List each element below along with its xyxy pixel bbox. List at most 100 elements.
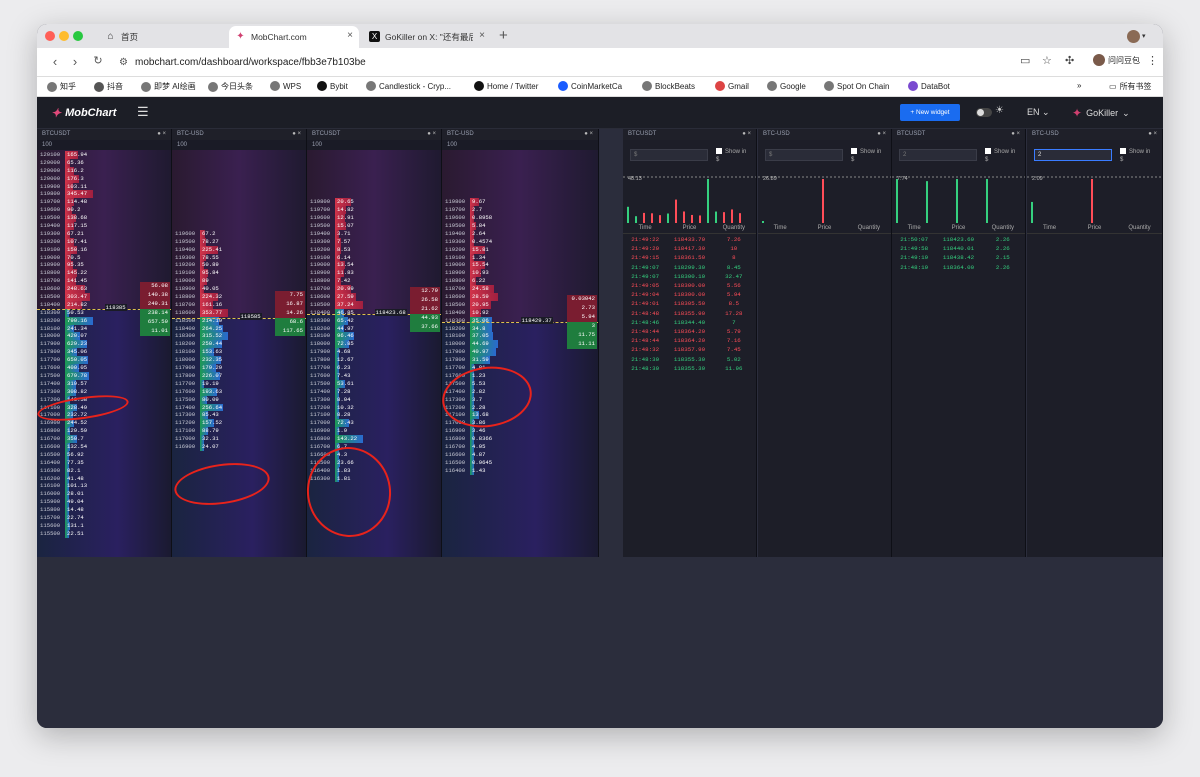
price-label: 119600	[175, 229, 196, 237]
bookmarks-folder[interactable]: ▭ 所有书签	[1109, 81, 1152, 92]
ladder-volume: 68.6	[275, 318, 305, 327]
mobchart-icon: ✦	[51, 106, 62, 120]
forward-button[interactable]: ›	[68, 54, 82, 69]
min-size-input[interactable]: 2	[899, 149, 977, 161]
price-label: 118200	[175, 340, 196, 348]
volume-label: 4.68	[337, 348, 351, 356]
show-in-usd-checkbox[interactable]: Show in $	[716, 148, 750, 164]
bid-row: 117700 19.19	[172, 379, 306, 388]
tab-x[interactable]: X GoKiller on X: "还有最后 ×	[363, 26, 491, 48]
language-select[interactable]: EN ⌄	[1027, 107, 1050, 118]
profile-menu[interactable]: ▾	[1127, 28, 1155, 44]
price-label: 119100	[40, 245, 61, 253]
volume-label: 5.84	[472, 222, 486, 230]
cast-icon[interactable]: ▭	[1020, 54, 1030, 67]
panel-close-icon[interactable]: ● ×	[584, 129, 593, 140]
min-size-input[interactable]: 2	[1034, 149, 1112, 161]
price-label: 117900	[40, 340, 61, 348]
price-label: 116600	[40, 442, 61, 450]
tab-mobchart[interactable]: ✦ MobChart.com ×	[229, 26, 359, 48]
volume-label: 0.9645	[472, 458, 493, 466]
bid-row: 116600 132.54	[37, 442, 171, 451]
logo[interactable]: ✦ MobChart	[51, 106, 116, 120]
panel-close-icon[interactable]: ● ×	[157, 129, 166, 140]
workspace: BTCUSDT ● × 100 120100 165.94 120000 65.36 1200…	[37, 129, 1163, 728]
bookmark-item[interactable]: WPS	[270, 81, 301, 91]
chevron-down-icon: ⌄	[1122, 107, 1130, 118]
x-icon: X	[369, 31, 380, 42]
address-bar[interactable]: ⚙ mobchart.com/dashboard/workspace/fbb3e…	[117, 53, 1077, 72]
min-size-input[interactable]: $	[765, 149, 843, 161]
min-size-input[interactable]: $	[630, 149, 708, 161]
volume-label: 96.46	[337, 332, 354, 340]
bookmark-item[interactable]: 即梦 AI绘画	[141, 81, 196, 92]
bookmark-item[interactable]: BlockBeats	[642, 81, 695, 91]
ask-row: 119000 70.5	[37, 253, 171, 262]
bookmark-star-icon[interactable]: ☆	[1042, 54, 1052, 67]
minimize-window-button[interactable]	[59, 31, 69, 41]
bookmark-item[interactable]: Candlestick - Cryp...	[366, 81, 451, 91]
more-menu-icon[interactable]: ⋮	[1147, 54, 1158, 67]
show-in-usd-checkbox[interactable]: Show in $	[985, 148, 1019, 164]
menu-icon[interactable]: ☰	[137, 104, 149, 120]
panel-close-icon[interactable]: ● ×	[877, 129, 886, 140]
panel-close-icon[interactable]: ● ×	[742, 129, 751, 140]
account-menu[interactable]: ✦ GoKiller ⌄	[1072, 106, 1130, 120]
close-tab-icon[interactable]: ×	[347, 30, 353, 41]
trade-row: 21:48:30 118355.30 5.02	[623, 355, 756, 364]
bookmark-item[interactable]: DataBot	[908, 81, 950, 91]
tab-home[interactable]: ⌂ 首页	[99, 26, 227, 48]
maximize-window-button[interactable]	[73, 31, 83, 41]
close-tab-icon[interactable]: ×	[479, 30, 485, 41]
bookmark-item[interactable]: Gmail	[715, 81, 749, 91]
bookmark-item[interactable]: 抖音	[94, 81, 123, 92]
volume-label: 67.21	[67, 229, 84, 237]
volume-label: 22.74	[67, 513, 84, 521]
reload-button[interactable]: ↻	[91, 54, 105, 67]
price-label: 118600	[175, 308, 196, 316]
panel-close-icon[interactable]: ● ×	[1011, 129, 1020, 140]
bookmark-item[interactable]: 今日头条	[208, 81, 253, 92]
bookmark-item[interactable]: CoinMarketCa	[558, 81, 622, 91]
ladder-volume: 5.94	[567, 313, 597, 322]
panel-close-icon[interactable]: ● ×	[427, 129, 436, 140]
bookmark-item[interactable]: Bybit	[317, 81, 348, 91]
volume-label: 256.64	[202, 403, 223, 411]
bookmark-favicon-icon	[715, 81, 725, 91]
bid-row: 116600 4.87	[442, 450, 598, 459]
price-label: 118600	[310, 293, 331, 301]
show-in-usd-checkbox[interactable]: Show in $	[851, 148, 885, 164]
price-label: 119100	[445, 253, 466, 261]
user-chip[interactable]: 问问豆包	[1093, 54, 1140, 66]
panel-close-icon[interactable]: ● ×	[292, 129, 301, 140]
trade-price: 118300.10	[673, 272, 706, 280]
price-label: 116900	[175, 442, 196, 450]
price-label: 119900	[40, 182, 61, 190]
volume-label: 27.59	[337, 293, 354, 301]
bookmark-item[interactable]: Home / Twitter	[474, 81, 538, 91]
volume-label: 7.28	[337, 387, 351, 395]
new-widget-button[interactable]: + New widget	[900, 104, 960, 121]
bookmark-item[interactable]: 知乎	[47, 81, 76, 92]
back-button[interactable]: ‹	[48, 54, 62, 69]
volume-label: 77.35	[67, 458, 84, 466]
trade-time: 21:49:07	[631, 263, 660, 271]
theme-toggle[interactable]	[976, 108, 992, 117]
volume-label: 53.61	[337, 379, 354, 387]
close-window-button[interactable]	[45, 31, 55, 41]
price-label: 116000	[40, 490, 61, 498]
trade-qty: 5.02	[726, 355, 741, 363]
site-settings-icon[interactable]: ⚙	[119, 53, 128, 72]
bookmark-label: Gmail	[728, 81, 749, 91]
trade-time: 21:49:07	[631, 272, 660, 280]
panel-close-icon[interactable]: ● ×	[1148, 129, 1157, 140]
new-tab-button[interactable]: +	[499, 27, 508, 44]
spacer-row	[172, 151, 306, 159]
price-label: 119200	[175, 261, 196, 269]
bookmark-item[interactable]: Google	[767, 81, 806, 91]
extensions-icon[interactable]: ✣	[1065, 54, 1074, 67]
bookmarks-overflow-icon[interactable]: »	[1077, 81, 1081, 90]
ask-row: 120000 176.3	[37, 174, 171, 183]
bookmark-item[interactable]: Spot On Chain	[824, 81, 889, 91]
show-in-usd-checkbox[interactable]: Show in $	[1120, 148, 1154, 164]
